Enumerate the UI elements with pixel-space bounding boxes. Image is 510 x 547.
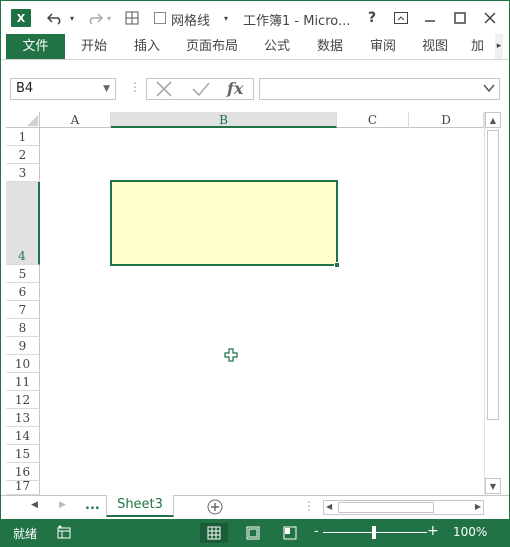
tab-home[interactable]: 开始: [73, 34, 115, 59]
qat-customize-icon[interactable]: ▾: [221, 7, 231, 29]
selected-cell-b4[interactable]: [110, 180, 340, 268]
tab-insert[interactable]: 插入: [126, 34, 168, 59]
sheet-next-icon[interactable]: ▶: [59, 500, 66, 510]
formula-input[interactable]: [259, 78, 500, 100]
row-header-9[interactable]: 9: [6, 337, 40, 355]
ribbon-scroll-right-icon[interactable]: ▸: [495, 34, 503, 59]
sheet-more-button[interactable]: ...: [85, 498, 100, 513]
scroll-down-icon[interactable]: ▼: [485, 478, 501, 494]
undo-dropdown-icon[interactable]: ▾: [67, 7, 77, 29]
insert-function-icon[interactable]: fx: [227, 79, 243, 98]
sheet-tab-sheet3[interactable]: Sheet3: [106, 495, 174, 517]
column-header-b[interactable]: B: [111, 112, 337, 128]
minimize-icon[interactable]: [419, 7, 441, 29]
scroll-left-icon[interactable]: ◀: [326, 502, 332, 511]
row-header-3[interactable]: 3: [6, 164, 40, 182]
row-header-1[interactable]: 1: [6, 128, 40, 146]
add-sheet-icon[interactable]: [207, 499, 223, 518]
gridlines-label: 网格线: [171, 14, 211, 29]
close-icon[interactable]: [479, 7, 501, 29]
ribbon-display-icon[interactable]: [390, 7, 412, 29]
formula-buttons: fx: [146, 78, 254, 100]
horizontal-scrollbar[interactable]: ◀ ▶: [323, 500, 484, 515]
formula-bar-grip-icon[interactable]: ⋮: [129, 80, 141, 94]
name-box[interactable]: B4 ▼: [10, 78, 116, 100]
excel-logo-icon[interactable]: X: [11, 9, 31, 27]
mouse-cursor-plus-icon: [224, 348, 238, 362]
formula-bar: B4 ▼ ⋮ fx: [1, 60, 509, 112]
redo-dropdown-icon[interactable]: ▾: [104, 7, 114, 29]
row-header-10[interactable]: 10: [6, 355, 40, 373]
tab-file[interactable]: 文件: [6, 34, 65, 59]
row-header-7[interactable]: 7: [6, 301, 40, 319]
vertical-scroll-thumb[interactable]: [487, 130, 499, 420]
row-header-5[interactable]: 5: [6, 265, 40, 283]
scroll-up-icon[interactable]: ▲: [485, 112, 501, 128]
page-break-view-button[interactable]: [276, 523, 304, 543]
tab-addins[interactable]: 加载: [471, 34, 495, 59]
name-box-value: B4: [16, 81, 34, 96]
scroll-right-icon[interactable]: ▶: [475, 502, 481, 511]
row-header-15[interactable]: 15: [6, 445, 40, 463]
status-bar: 就绪 - + 100%: [1, 519, 509, 547]
zoom-in-button[interactable]: +: [427, 523, 439, 539]
enter-check-icon[interactable]: [191, 81, 211, 100]
column-header-a[interactable]: A: [40, 112, 111, 128]
undo-icon[interactable]: [43, 7, 69, 29]
macro-record-icon[interactable]: [57, 525, 71, 542]
gridlines-checkbox[interactable]: [154, 12, 166, 24]
maximize-icon[interactable]: [449, 7, 471, 29]
tab-review[interactable]: 审阅: [362, 34, 404, 59]
zoom-out-button[interactable]: -: [314, 524, 319, 539]
tab-page-layout[interactable]: 页面布局: [181, 34, 243, 59]
row-header-8[interactable]: 8: [6, 319, 40, 337]
borders-icon[interactable]: [122, 7, 142, 29]
row-header-14[interactable]: 14: [6, 427, 40, 445]
status-ready: 就绪: [13, 527, 38, 541]
cancel-x-icon[interactable]: [155, 81, 173, 100]
column-header-c[interactable]: C: [337, 112, 409, 128]
name-box-dropdown-icon[interactable]: ▼: [103, 79, 110, 99]
row-header-17[interactable]: 17: [6, 481, 40, 495]
excel-window: X ▾ ▾ 网格线 ▾ 工作簿1 - Micro... ? 文件 开始 插入 页…: [0, 0, 510, 547]
vertical-scrollbar[interactable]: ▲ ▼: [484, 112, 501, 495]
formula-expand-icon[interactable]: [483, 82, 495, 96]
ribbon-tabs: 文件 开始 插入 页面布局 公式 数据 审阅 视图 加载 ▸: [1, 34, 509, 60]
zoom-level[interactable]: 100%: [453, 525, 487, 539]
row-header-6[interactable]: 6: [6, 283, 40, 301]
column-header-d[interactable]: D: [409, 112, 484, 128]
sheet-splitter-icon[interactable]: ⋮: [303, 499, 315, 513]
row-header-12[interactable]: 12: [6, 391, 40, 409]
row-header-11[interactable]: 11: [6, 373, 40, 391]
row-header-2[interactable]: 2: [6, 146, 40, 164]
title-bar: X ▾ ▾ 网格线 ▾ 工作簿1 - Micro... ?: [1, 1, 509, 34]
tab-view[interactable]: 视图: [414, 34, 456, 59]
window-title: 工作簿1 - Micro...: [243, 14, 351, 29]
horizontal-scroll-thumb[interactable]: [338, 502, 434, 513]
tab-data[interactable]: 数据: [309, 34, 351, 59]
page-layout-view-button[interactable]: [239, 523, 267, 543]
redo-icon[interactable]: [84, 7, 104, 29]
fill-handle[interactable]: [334, 262, 340, 268]
help-icon[interactable]: ?: [361, 7, 383, 29]
tab-formulas[interactable]: 公式: [256, 34, 298, 59]
zoom-slider-knob[interactable]: [372, 526, 376, 539]
select-all-corner[interactable]: [6, 112, 40, 128]
sheet-prev-icon[interactable]: ◀: [31, 500, 38, 510]
normal-view-button[interactable]: [200, 523, 228, 543]
row-header-13[interactable]: 13: [6, 409, 40, 427]
row-header-16[interactable]: 16: [6, 463, 40, 481]
sheet-tab-bar: ◀ ▶ ... Sheet3 ⋮ ◀ ▶: [1, 495, 509, 519]
row-header-4[interactable]: 4: [6, 182, 40, 265]
